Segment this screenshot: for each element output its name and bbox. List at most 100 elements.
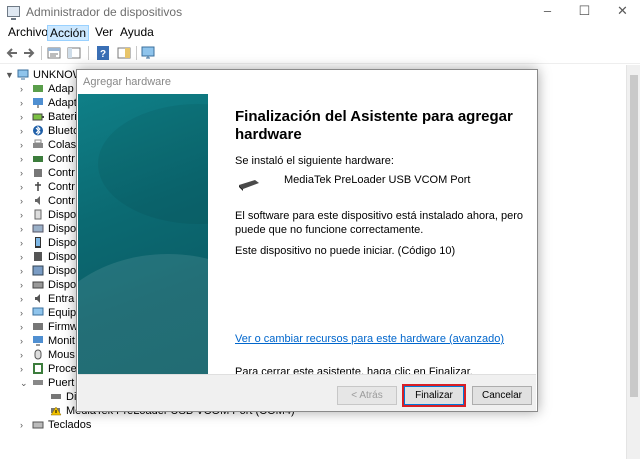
collapse-arrow-icon[interactable]: ▼	[5, 68, 14, 82]
tree-item-label: Bateri	[48, 111, 77, 123]
tree-item-label: Di	[66, 391, 77, 403]
device-manager-icon	[7, 6, 20, 20]
expand-arrow-icon[interactable]: ›	[20, 278, 28, 292]
cancel-button[interactable]: Cancelar	[472, 386, 532, 405]
finish-button[interactable]: Finalizar	[404, 386, 464, 405]
tree-item-label: Entra	[48, 293, 75, 305]
expand-arrow-icon[interactable]: ›	[20, 166, 28, 180]
expand-arrow-icon[interactable]: ›	[20, 208, 28, 222]
help-icon[interactable]: ?	[95, 45, 111, 61]
tree-item-label: Equip	[48, 307, 77, 319]
expand-arrow-icon[interactable]: ›	[20, 124, 28, 138]
monitor-icon	[32, 335, 44, 346]
status-line-2: puede que no funcione correctamente.	[235, 224, 424, 236]
tree-item-label: Puert	[48, 377, 75, 389]
warning-port-icon	[50, 405, 62, 416]
tree-item-label: Contr	[48, 181, 75, 193]
print-queue-icon	[32, 139, 44, 150]
system-device-icon	[32, 265, 44, 276]
port-device-icon	[50, 391, 62, 402]
expand-arrow-icon[interactable]: ›	[20, 110, 28, 124]
expand-arrow-icon[interactable]: ›	[20, 82, 28, 96]
port-icon	[32, 377, 44, 388]
menu-accion[interactable]: Acción	[47, 25, 90, 41]
expand-arrow-icon[interactable]: ›	[20, 334, 28, 348]
audio-io-icon	[32, 293, 44, 304]
error-text: Este dispositivo no puede iniciar. (Códi…	[235, 245, 456, 257]
status-line-1: El software para este dispositivo está i…	[235, 210, 523, 222]
expand-arrow-icon[interactable]: ›	[20, 306, 28, 320]
collapse-arrow-icon[interactable]: ⌄	[20, 376, 28, 390]
processor-icon	[32, 363, 44, 374]
battery-icon	[32, 111, 44, 122]
scrollbar-thumb[interactable]	[630, 75, 638, 397]
tree-item-label: Monit	[48, 335, 75, 347]
expand-arrow-icon[interactable]: ›	[20, 264, 28, 278]
storage-controller-icon	[32, 153, 44, 164]
expand-arrow-icon[interactable]: ›	[20, 362, 28, 376]
usb-controller-icon	[32, 181, 44, 192]
mouse-icon	[32, 349, 44, 360]
keyboard-icon	[32, 419, 44, 430]
software-device-icon	[32, 209, 44, 220]
tree-item-label: Dispo	[48, 223, 77, 235]
forward-arrow-icon[interactable]	[21, 45, 37, 61]
menu-ver[interactable]: Ver	[93, 25, 115, 41]
expand-arrow-icon[interactable]: ›	[20, 418, 28, 432]
portable-device-icon	[32, 237, 44, 248]
dialog-footer: < Atrás Finalizar Cancelar	[78, 374, 536, 411]
tree-item-label: Dispo	[48, 237, 77, 249]
expand-arrow-icon[interactable]: ›	[20, 292, 28, 306]
dialog-heading: Finalización del Asistente para agregar …	[235, 108, 513, 143]
tree-item-label: Dispo	[48, 251, 77, 263]
tree-item-label: Contr	[48, 167, 75, 179]
toolbar-separator	[41, 46, 42, 60]
expand-arrow-icon[interactable]: ›	[20, 250, 28, 264]
close-button[interactable]: ✕	[600, 0, 640, 24]
toolbar-separator	[136, 46, 137, 60]
device-name: MediaTek PreLoader USB VCOM Port	[284, 174, 471, 186]
monitor-icon[interactable]	[140, 45, 156, 61]
expand-arrow-icon[interactable]: ›	[20, 152, 28, 166]
controller-icon	[32, 167, 44, 178]
menu-archivo[interactable]: Archivo	[6, 25, 50, 41]
expand-arrow-icon[interactable]: ›	[20, 236, 28, 250]
expand-arrow-icon[interactable]: ›	[20, 348, 28, 362]
tree-item-label: Colas	[48, 139, 77, 151]
computer-icon	[32, 307, 44, 318]
resources-link[interactable]: Ver o cambiar recursos para este hardwar…	[235, 333, 504, 345]
expand-arrow-icon[interactable]: ›	[20, 320, 28, 334]
back-button[interactable]: < Atrás	[337, 386, 397, 405]
audio-icon	[32, 83, 44, 94]
show-hide-console-icon[interactable]	[66, 45, 82, 61]
tree-item-label: Blueto	[48, 125, 80, 137]
disk-drive-icon	[32, 279, 44, 290]
tree-item-label: Contr	[48, 153, 75, 165]
expand-arrow-icon[interactable]: ›	[20, 96, 28, 110]
title-bar: Administrador de dispositivos – ☐ ✕	[0, 0, 640, 24]
window-title: Administrador de dispositivos	[26, 5, 183, 19]
tree-item-label: Teclados	[48, 419, 92, 431]
hid-device-icon	[32, 223, 44, 234]
tree-item-label: Adap	[48, 83, 74, 95]
toolbar-separator	[88, 46, 89, 60]
action-pane-icon[interactable]	[116, 45, 132, 61]
firmware-icon	[32, 321, 44, 332]
installed-label: Se instaló el siguiente hardware:	[235, 155, 394, 167]
computer-icon	[17, 69, 29, 80]
sound-controller-icon	[32, 195, 44, 206]
expand-arrow-icon[interactable]: ›	[20, 138, 28, 152]
back-arrow-icon[interactable]	[4, 45, 20, 61]
tree-item-label: Dispo	[48, 265, 77, 277]
expand-arrow-icon[interactable]: ›	[20, 180, 28, 194]
vertical-scrollbar[interactable]	[626, 65, 640, 459]
menu-ayuda[interactable]: Ayuda	[118, 25, 156, 41]
properties-icon[interactable]	[46, 45, 62, 61]
usb-device-icon	[237, 177, 261, 191]
tree-item-label: Dispo	[48, 279, 77, 291]
expand-arrow-icon[interactable]: ›	[20, 194, 28, 208]
dialog-title: Agregar hardware	[83, 76, 172, 88]
tree-item-label: Adapt	[48, 97, 77, 109]
expand-arrow-icon[interactable]: ›	[20, 222, 28, 236]
tree-item-label: Dispo	[48, 209, 77, 221]
